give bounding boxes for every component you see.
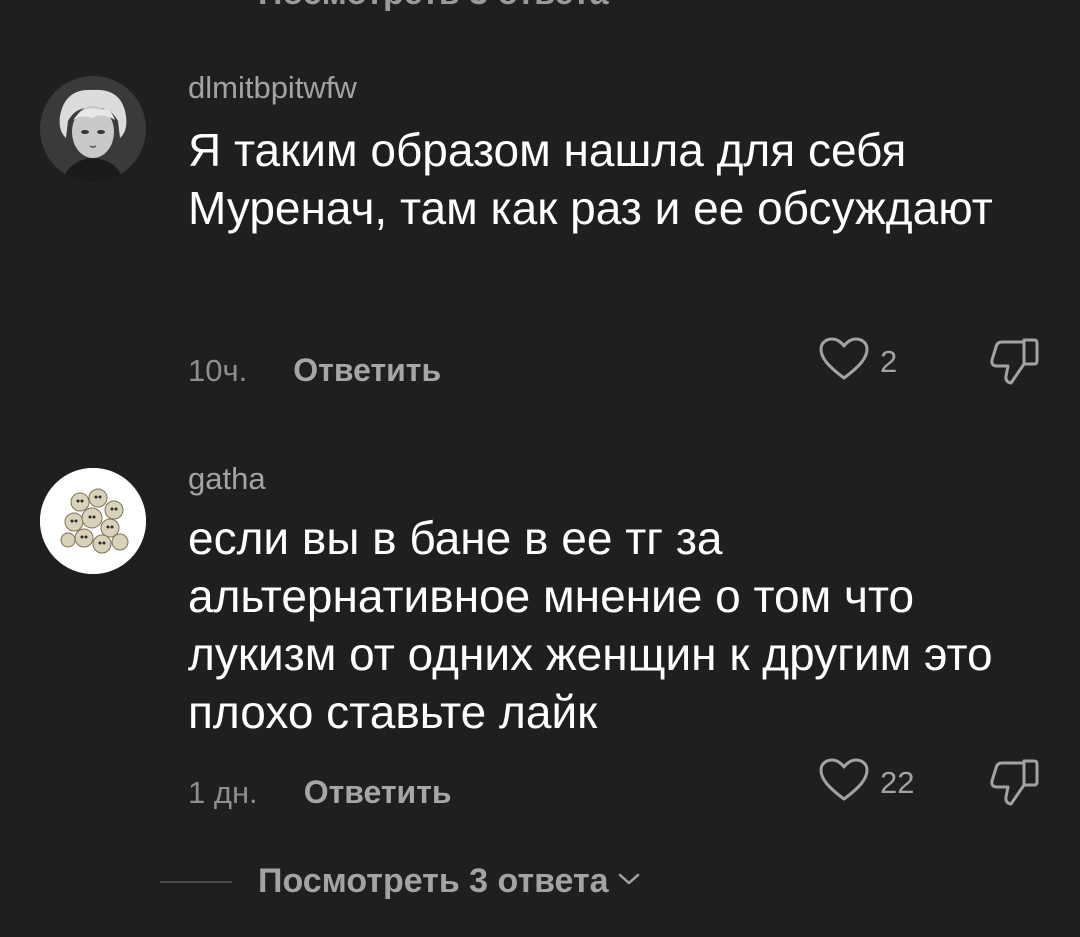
like-count: 22	[880, 764, 915, 800]
comment-username[interactable]: gatha	[188, 461, 266, 497]
heart-outline-icon	[818, 757, 870, 808]
reply-button[interactable]: Ответить	[293, 352, 441, 389]
view-replies-label-top: Посмотреть 3 ответа	[258, 0, 609, 12]
comment-username[interactable]: dlmitbpitwfw	[188, 70, 357, 106]
thumbs-down-icon	[988, 338, 1040, 390]
dislike-button[interactable]	[988, 336, 1040, 391]
comment-time: 10ч.	[188, 352, 248, 388]
comment-time: 1 дн.	[188, 774, 258, 810]
view-replies-link[interactable]: Посмотреть 3 ответа	[160, 862, 641, 901]
avatar[interactable]	[40, 468, 146, 574]
view-replies-label: Посмотреть 3 ответа	[258, 862, 609, 900]
like-button[interactable]: 2	[818, 336, 897, 387]
chevron-down-icon	[617, 871, 641, 892]
comment-meta: 10ч. Ответить	[188, 352, 441, 389]
comment-meta: 1 дн. Ответить	[188, 774, 452, 811]
comment-text: Я таким образом нашла для себя Муренач, …	[188, 124, 993, 234]
thumbs-down-icon	[988, 759, 1040, 811]
divider	[160, 880, 232, 883]
heart-outline-icon	[818, 336, 870, 387]
dislike-button[interactable]	[988, 757, 1040, 812]
like-button[interactable]: 22	[818, 757, 914, 808]
view-replies-link-top[interactable]: Посмотреть 3 ответа	[258, 0, 609, 13]
reply-button[interactable]: Ответить	[304, 774, 452, 811]
avatar[interactable]	[40, 76, 146, 182]
like-count: 2	[880, 343, 898, 379]
comment-text: если вы в бане в ее тг за альтернативное…	[188, 512, 993, 738]
